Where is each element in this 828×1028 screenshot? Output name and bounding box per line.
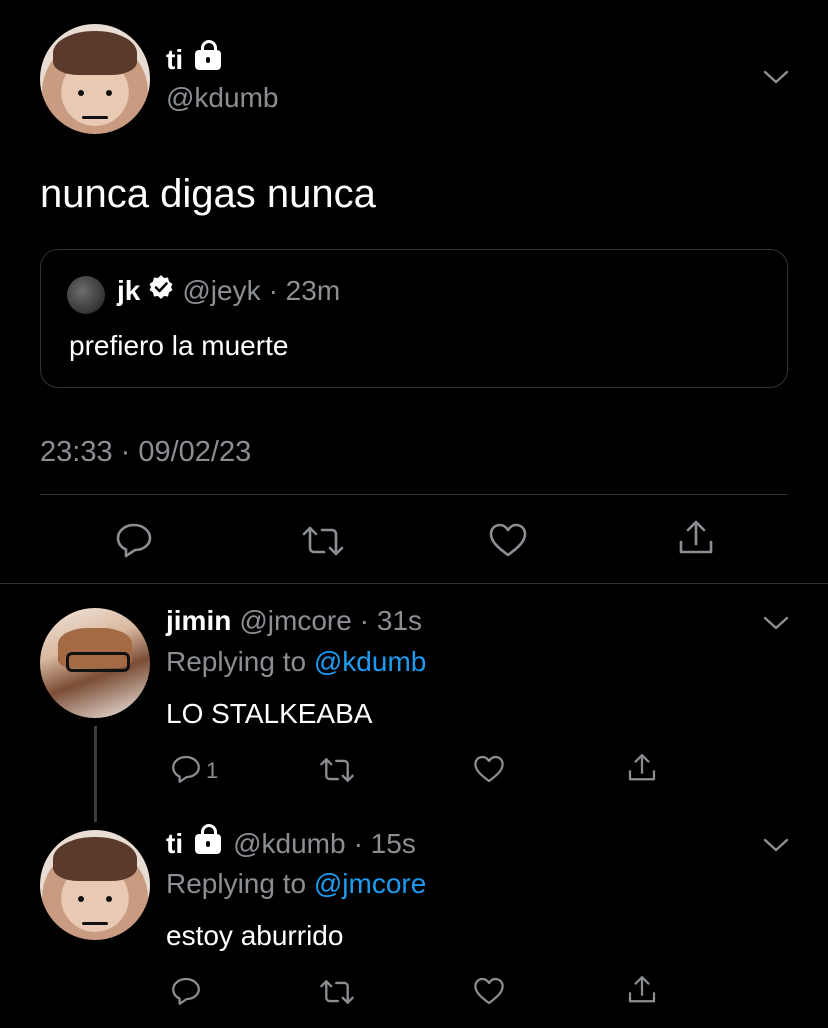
replying-to-prefix: Replying to — [166, 868, 307, 899]
replying-to-link[interactable]: @kdumb — [314, 646, 426, 677]
reply-avatar-jimin[interactable] — [40, 608, 150, 718]
main-tweet-author[interactable]: ti — [166, 40, 222, 76]
lock-icon — [195, 40, 222, 70]
share-icon[interactable] — [626, 752, 658, 784]
quoted-text: prefiero la muerte — [69, 330, 289, 361]
tweet-text: nunca digas nunca — [40, 172, 376, 216]
reply-count: 1 — [206, 758, 219, 783]
replying-to: Replying to @jmcore — [166, 868, 426, 900]
reply-icon[interactable] — [114, 522, 154, 558]
chevron-down-icon[interactable] — [762, 836, 790, 854]
like-icon[interactable] — [488, 522, 528, 558]
quoted-author-name: jk — [117, 274, 141, 306]
author-handle[interactable]: @kdumb — [166, 82, 278, 114]
chevron-down-icon[interactable] — [762, 68, 790, 86]
quoted-time: · 23m — [268, 274, 341, 306]
reply-icon — [170, 754, 202, 784]
retweet-icon[interactable] — [300, 524, 346, 558]
retweet-icon[interactable] — [318, 756, 356, 784]
reply-button[interactable]: 1 — [170, 754, 218, 784]
reply-text: LO STALKEABA — [166, 698, 373, 729]
lock-icon — [195, 824, 222, 854]
tweet-timestamp: 23:33 · 09/02/23 — [40, 436, 252, 468]
reply-time: · 31s — [359, 605, 423, 636]
like-icon[interactable] — [473, 754, 505, 784]
quoted-avatar — [67, 276, 105, 314]
verified-badge-icon — [148, 274, 174, 307]
chevron-down-icon[interactable] — [762, 614, 790, 632]
thread-line — [94, 726, 97, 822]
reply-header[interactable]: jimin @jmcore · 31s — [166, 605, 422, 637]
replying-to-prefix: Replying to — [166, 646, 307, 677]
replying-to: Replying to @kdumb — [166, 646, 426, 678]
replying-to-link[interactable]: @jmcore — [314, 868, 426, 899]
reply-header[interactable]: ti @kdumb · 15s — [166, 824, 416, 860]
share-icon[interactable] — [676, 518, 716, 558]
author-name: ti — [166, 828, 184, 859]
divider — [40, 494, 788, 495]
share-icon[interactable] — [626, 974, 658, 1006]
reply-icon[interactable] — [170, 976, 202, 1006]
author-name: ti — [166, 44, 184, 75]
reply-time: · 15s — [353, 828, 416, 859]
author-handle: @jmcore — [239, 605, 352, 636]
retweet-icon[interactable] — [318, 978, 356, 1006]
like-icon[interactable] — [473, 976, 505, 1006]
main-tweet-avatar[interactable] — [40, 24, 150, 134]
divider — [0, 583, 828, 584]
author-handle: @kdumb — [233, 828, 346, 859]
author-name: jimin — [166, 605, 232, 636]
reply-text: estoy aburrido — [166, 920, 344, 951]
quoted-tweet-card[interactable]: jk @jeyk · 23m prefiero la muerte — [40, 249, 788, 388]
reply-avatar-ti[interactable] — [40, 830, 150, 940]
quoted-author-handle: @jeyk — [182, 274, 261, 306]
